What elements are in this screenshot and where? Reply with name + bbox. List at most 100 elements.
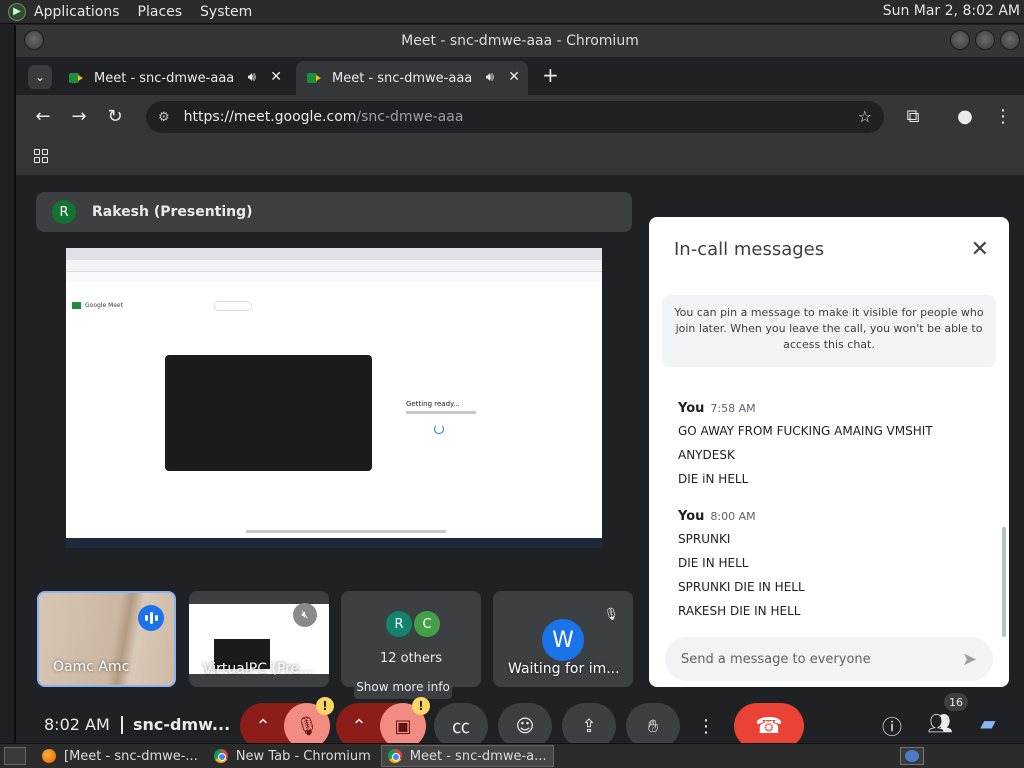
bookmarks-bar	[16, 139, 1024, 175]
avatar: W	[542, 619, 584, 661]
people-icon[interactable]: 👥︎	[926, 711, 954, 735]
presenter-label: Rakesh (Presenting)	[92, 204, 253, 220]
bookmark-star-icon[interactable]: ☆	[858, 107, 872, 126]
chat-title: In-call messages	[674, 239, 825, 260]
tab-meet-2[interactable]: Meet - snc-dmwe-aaa 🔊︎ ✕	[296, 61, 528, 95]
menu-places[interactable]: Places	[138, 4, 183, 20]
message-group: You 8:00 AM SPRUNKI DIE IN HELL SPRUNKI D…	[678, 509, 978, 628]
minimize-icon[interactable]	[950, 30, 970, 50]
chat-message: DIE IN HELL	[678, 556, 749, 570]
top-panel: ▶ Applications Places System Sun Mar 2, …	[0, 0, 1024, 24]
new-tab-icon[interactable]: +	[542, 63, 559, 87]
others-tile[interactable]: R C 12 others	[341, 591, 481, 687]
chat-notice: You can pin a message to make it visible…	[662, 295, 996, 367]
address-bar[interactable]: ⚙ https://meet.google.com/snc-dmwe-aaa ☆	[146, 101, 884, 133]
menu-applications[interactable]: Applications	[34, 4, 120, 20]
shared-meet-logo: Google Meet	[72, 302, 123, 309]
site-settings-icon[interactable]: ⚙	[158, 110, 170, 125]
chat-message: DIE iN HELL	[678, 472, 749, 486]
tab-strip: ⌄ Meet - snc-dmwe-aaa 🔊︎ ✕ Meet - snc-dm…	[16, 57, 1024, 95]
warning-icon: !	[316, 697, 334, 715]
participant-name: VirtualPC (Pre...	[203, 661, 313, 677]
timestamp: 7:58 AM	[710, 402, 756, 415]
workspace-switcher-icon[interactable]	[900, 747, 924, 765]
speaker-icon[interactable]: 🔊︎	[486, 70, 494, 85]
chat-scrollbar[interactable]	[1002, 527, 1006, 637]
close-icon[interactable]: ✕	[971, 237, 989, 262]
close-window-icon[interactable]	[1000, 30, 1020, 50]
meeting-code[interactable]: snc-dmw...	[133, 715, 230, 734]
mic-off-icon: 🔇︎	[293, 603, 317, 627]
avatar: C	[414, 611, 440, 637]
meet-favicon-icon	[306, 70, 322, 86]
taskbar-item[interactable]: [Meet - snc-dmwe-...	[36, 745, 204, 767]
firefox-icon	[42, 749, 56, 763]
chromium-icon	[387, 749, 402, 763]
presenter-banner: R Rakesh (Presenting)	[36, 192, 632, 232]
chat-message: ANYDESK	[678, 448, 735, 462]
meeting-clock: 8:02 AM	[44, 715, 110, 734]
profile-icon[interactable]: ●	[954, 106, 976, 127]
taskbar-item[interactable]: Meet - snc-dmwe-a...	[380, 745, 554, 767]
tab-meet-1[interactable]: Meet - snc-dmwe-aaa 🔊︎ ✕	[58, 61, 290, 95]
chat-panel: In-call messages ✕ You can pin a message…	[649, 217, 1009, 687]
speaker-icon[interactable]: 🔊︎	[248, 70, 256, 85]
sender: You	[678, 509, 705, 524]
browser-menu-icon[interactable]: ⋮	[992, 106, 1014, 127]
meeting-info-icon[interactable]: ⓘ	[878, 711, 906, 740]
tab-title: Meet - snc-dmwe-aaa	[332, 70, 473, 86]
chat-input-box[interactable]: ➤	[665, 637, 993, 681]
taskbar-item-label: New Tab - Chromium	[235, 748, 371, 764]
message-group: You 7:58 AM GO AWAY FROM FUCKING AMAING V…	[678, 401, 978, 496]
participant-name: Waiting for im...	[508, 661, 620, 677]
close-tab-icon[interactable]: ✕	[270, 69, 282, 85]
participant-name: Oamc Amc	[53, 659, 130, 675]
shared-status: Getting ready...	[406, 400, 460, 408]
avatar: R	[386, 611, 412, 637]
back-icon[interactable]: ←	[32, 106, 54, 127]
apps-grid-icon[interactable]	[34, 149, 48, 163]
presenter-avatar: R	[52, 200, 76, 224]
tab-search-icon[interactable]: ⌄	[28, 65, 52, 89]
loading-spinner-icon	[434, 424, 444, 434]
window-title: Meet - snc-dmwe-aaa - Chromium	[401, 33, 639, 49]
chat-message: RAKESH DIE IN HELL	[678, 604, 801, 618]
participant-tile[interactable]: W 🎙︎ Waiting for im...	[493, 591, 633, 687]
shared-video-preview	[165, 355, 372, 471]
chat-message: SPRUNKI	[678, 532, 731, 546]
window-titlebar[interactable]: Meet - snc-dmwe-aaa - Chromium	[16, 25, 1024, 57]
menu-system[interactable]: System	[200, 4, 252, 20]
participant-count-badge: 16	[944, 693, 968, 711]
maximize-icon[interactable]	[975, 30, 995, 50]
others-count: 12 others	[379, 651, 443, 666]
taskbar-item[interactable]: New Tab - Chromium	[208, 745, 377, 767]
shared-screen[interactable]: Google Meet Getting ready...	[66, 248, 602, 548]
chat-message: GO AWAY FROM FUCKING AMAING VMSHIT	[678, 424, 933, 438]
bottom-taskbar: [Meet - snc-dmwe-... New Tab - Chromium …	[0, 743, 1024, 768]
gnome-logo-icon[interactable]: ▶	[8, 2, 26, 21]
participant-tile[interactable]: 🔇︎ VirtualPC (Pre...	[189, 591, 329, 687]
chat-message-input[interactable]	[681, 651, 951, 667]
sender: You	[678, 401, 705, 416]
close-tab-icon[interactable]: ✕	[508, 69, 520, 85]
meet-stage: R Rakesh (Presenting) Google Meet Gettin…	[16, 175, 1024, 749]
reload-icon[interactable]: ↻	[104, 106, 126, 127]
warning-icon: !	[412, 697, 430, 715]
taskbar-item-label: [Meet - snc-dmwe-...	[64, 748, 198, 764]
participant-tile[interactable]: Oamc Amc	[37, 591, 176, 687]
tooltip: Show more info	[354, 675, 452, 699]
extensions-icon[interactable]: ⧉	[902, 106, 924, 127]
divider	[121, 716, 123, 734]
send-icon[interactable]: ➤	[962, 649, 977, 670]
browser-window: Meet - snc-dmwe-aaa - Chromium ⌄ Meet - …	[14, 25, 1024, 749]
window-menu-icon[interactable]	[24, 30, 44, 50]
chat-icon[interactable]: ▰	[974, 711, 1002, 735]
chat-message: SPRUNKI DIE IN HELL	[678, 580, 805, 594]
speaking-indicator-icon	[138, 605, 164, 631]
taskbar-item-label: Meet - snc-dmwe-a...	[409, 748, 547, 764]
panel-clock[interactable]: Sun Mar 2, 8:02 AM	[883, 3, 1020, 19]
forward-icon[interactable]: →	[68, 106, 90, 127]
browser-toolbar: ← → ↻ ⚙ https://meet.google.com/snc-dmwe…	[16, 95, 1024, 139]
show-desktop-icon[interactable]	[4, 747, 26, 765]
chromium-icon	[213, 749, 228, 763]
